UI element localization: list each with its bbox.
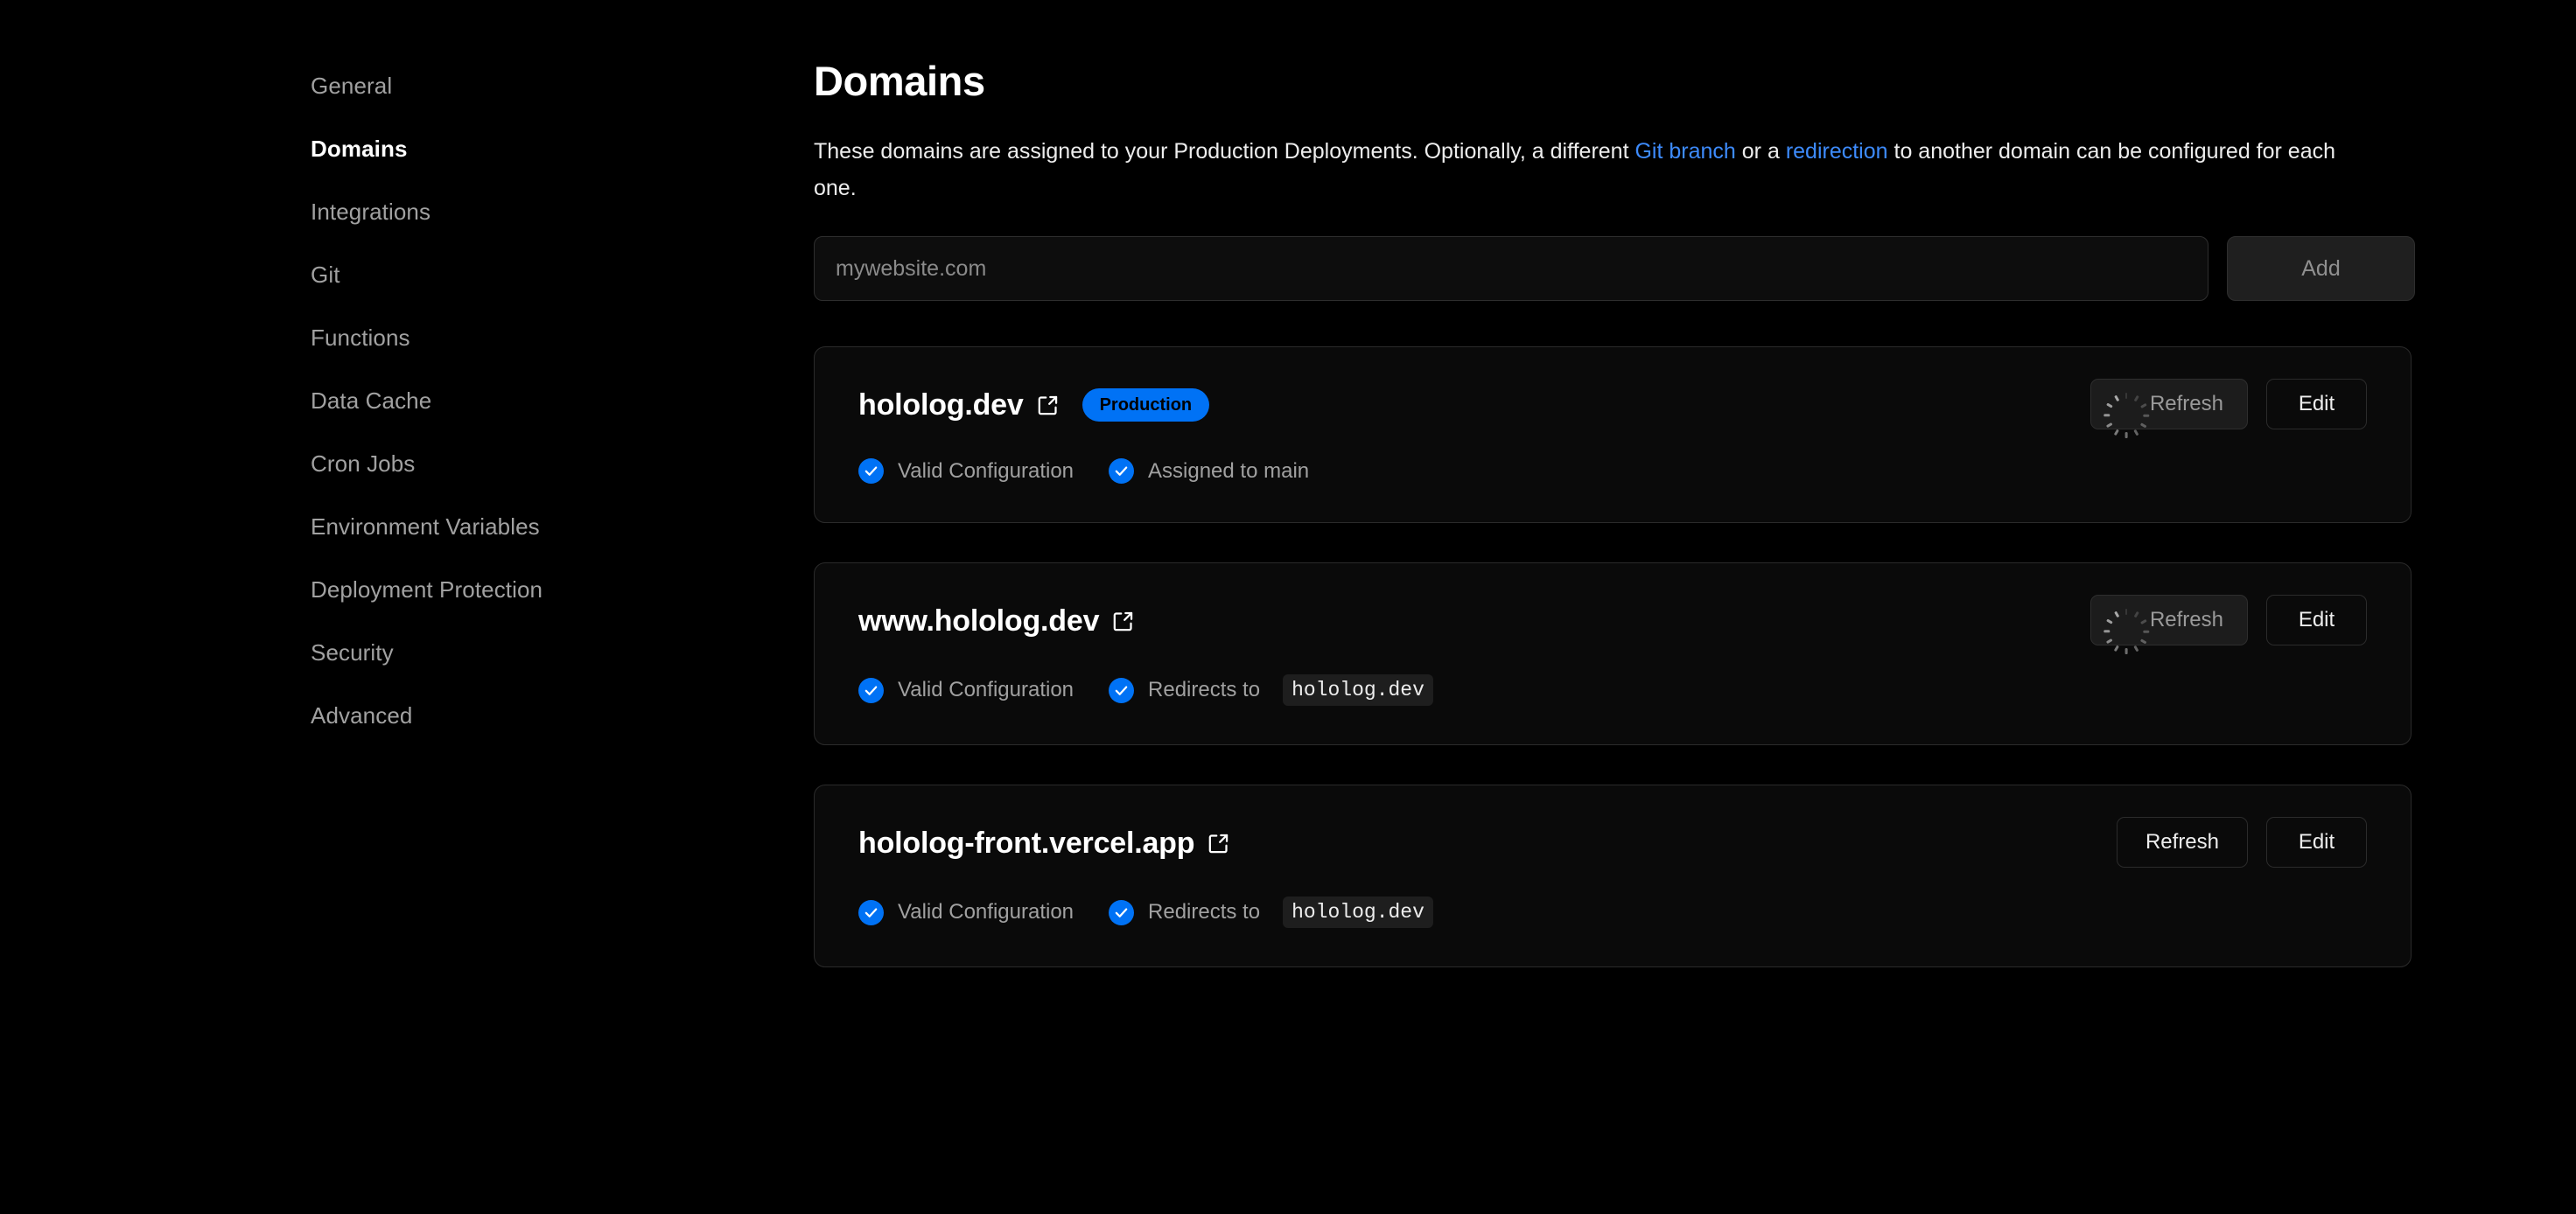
settings-sidebar: General Domains Integrations Git Functions Da… [311,74,731,767]
domain-card: hololog-front.vercel.app Refresh Edit Valid… [814,785,2412,967]
check-circle-icon [858,899,884,925]
add-domain-button[interactable]: Add [2227,236,2415,301]
refresh-button-label: Refresh [2145,830,2220,854]
git-branch-link[interactable]: Git branch [1634,139,1735,164]
loading-spinner-icon [2103,609,2149,654]
domain-card-actions: Refresh Edit [2090,595,2367,654]
refresh-button-label: Refresh [2149,392,2223,415]
domain-card: www.hololog.dev Refresh Edit Valid Configur… [814,562,2412,745]
domain-name[interactable]: hololog-front.vercel.app [858,827,1195,861]
sidebar-item-environment-variables[interactable]: Environment Variables [311,515,731,538]
external-link-icon[interactable] [1111,610,1135,633]
main-content: Domains These domains are assigned to yo… [814,0,2415,967]
sidebar-item-general[interactable]: General [311,74,731,97]
status-label: Redirects to [1148,678,1261,701]
refresh-button[interactable]: Refresh [2090,595,2248,654]
redirection-link[interactable]: redirection [1786,139,1888,164]
domain-card-list: hololog.dev Production Refresh Edit Valid Co… [814,346,2415,967]
sidebar-item-advanced[interactable]: Advanced [311,704,731,727]
edit-button[interactable]: Edit [2266,379,2367,429]
status-label: Valid Configuration [898,678,1074,701]
redirect-target-code: hololog.dev [1283,897,1433,928]
status-label: Valid Configuration [898,458,1074,483]
sidebar-item-integrations[interactable]: Integrations [311,200,731,223]
refresh-button[interactable]: Refresh [2117,817,2248,868]
domain-name[interactable]: www.hololog.dev [858,604,1099,638]
external-link-icon[interactable] [1207,832,1230,855]
status-item: Valid Configuration [858,677,1074,703]
production-badge: Production [1082,388,1210,422]
domain-status-row: Valid Configuration Assigned to main [858,458,2367,484]
sidebar-item-data-cache[interactable]: Data Cache [311,389,731,412]
status-item: Assigned to main [1109,458,1309,484]
check-circle-icon [1109,458,1135,484]
domain-card-actions: Refresh Edit [2117,817,2367,868]
page-title: Domains [814,58,985,104]
status-label: Redirects to [1148,900,1261,924]
domain-name[interactable]: hololog.dev [858,388,1024,422]
sidebar-item-cron-jobs[interactable]: Cron Jobs [311,452,731,475]
sidebar-item-functions[interactable]: Functions [311,326,731,349]
domain-card: hololog.dev Production Refresh Edit Valid Co… [814,346,2412,523]
status-item: Valid Configuration [858,899,1074,925]
add-domain-form: Add [814,236,2415,301]
check-circle-icon [858,458,884,484]
status-item: Valid Configuration [858,458,1074,484]
domain-input[interactable] [814,236,2208,301]
refresh-button[interactable]: Refresh [2090,379,2248,438]
edit-button[interactable]: Edit [2266,595,2367,645]
domain-status-row: Valid Configuration Redirects to hololog.d… [858,674,2367,706]
loading-spinner-icon [2103,393,2149,438]
status-item: Redirects to hololog.dev [1109,897,1433,928]
check-circle-icon [858,677,884,703]
domain-status-row: Valid Configuration Redirects to hololog.d… [858,897,2367,928]
sidebar-item-security[interactable]: Security [311,641,731,664]
sidebar-item-deployment-protection[interactable]: Deployment Protection [311,578,731,601]
status-label: Valid Configuration [898,900,1074,924]
redirect-target-code: hololog.dev [1283,674,1433,706]
sidebar-item-domains[interactable]: Domains [311,137,731,160]
description-part-1: These domains are assigned to your Produ… [814,139,1635,164]
page-description: These domains are assigned to your Produ… [814,133,2380,206]
edit-button-label: Edit [2298,392,2335,415]
external-link-icon[interactable] [1036,394,1060,417]
status-label: Assigned to main [1148,458,1310,483]
status-item: Redirects to hololog.dev [1109,674,1433,706]
sidebar-item-git[interactable]: Git [311,263,731,286]
refresh-button-label: Refresh [2149,608,2223,631]
description-part-2: or a [1735,139,1786,164]
edit-button-label: Edit [2298,608,2335,631]
edit-button[interactable]: Edit [2266,817,2367,868]
check-circle-icon [1109,677,1135,703]
domains-settings-page: General Domains Integrations Git Functions Da… [0,0,2576,1214]
check-circle-icon [1109,899,1135,925]
domain-card-actions: Refresh Edit [2090,379,2367,438]
edit-button-label: Edit [2298,830,2335,854]
